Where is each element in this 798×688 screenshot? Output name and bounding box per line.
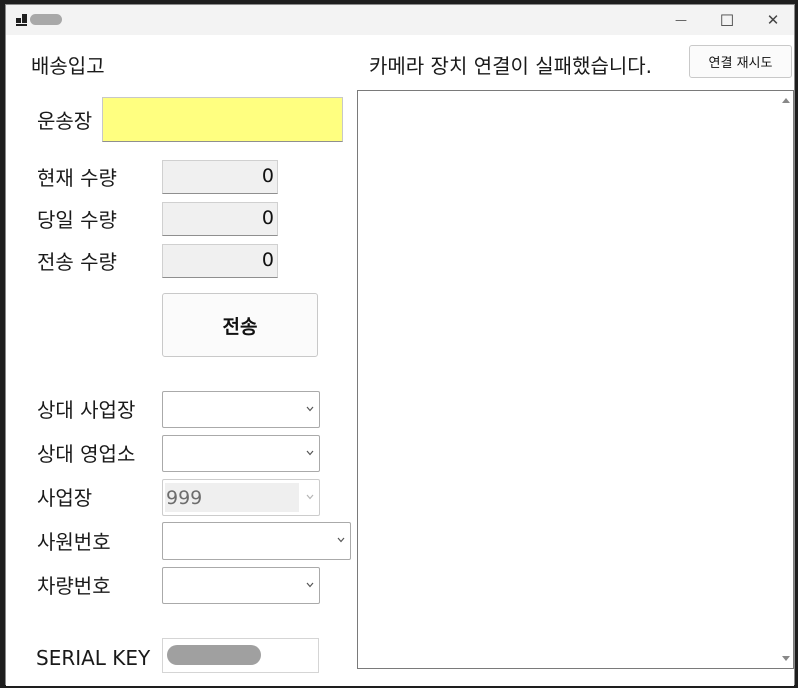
site-label: 사업장 — [37, 486, 93, 510]
chevron-down-icon — [306, 494, 314, 499]
chevron-down-icon — [306, 582, 314, 587]
chevron-down-icon — [337, 537, 345, 543]
redacted-window-title — [30, 14, 62, 25]
app-icon — [16, 14, 28, 26]
site-select: 999 — [162, 479, 320, 516]
current-qty-field[interactable]: 0 — [162, 160, 278, 194]
today-qty-field[interactable]: 0 — [162, 202, 278, 236]
partner-office-label: 상대 영업소 — [37, 442, 136, 466]
employee-no-label: 사원번호 — [37, 530, 111, 554]
waybill-label: 운송장 — [37, 109, 93, 133]
scroll-down-icon[interactable] — [781, 655, 791, 663]
serial-key-label: SERIAL KEY — [36, 646, 151, 670]
retry-connection-button[interactable]: 연결 재시도 — [689, 45, 792, 78]
vehicle-no-label: 차량번호 — [37, 574, 111, 598]
app-window: — ☐ ✕ 배송입고 카메라 장치 연결이 실패했습니다. 연결 재시도 운송장… — [5, 4, 795, 686]
partner-office-select[interactable] — [162, 435, 320, 472]
site-value: 999 — [165, 483, 299, 512]
maximize-button[interactable]: ☐ — [704, 5, 750, 35]
serial-key-field[interactable] — [162, 638, 319, 673]
send-button[interactable]: 전송 — [162, 293, 318, 357]
today-qty-label: 당일 수량 — [37, 208, 117, 232]
send-button-label: 전송 — [222, 315, 258, 338]
chevron-down-icon — [306, 406, 314, 411]
title-bar[interactable]: — ☐ ✕ — [6, 5, 794, 35]
sent-qty-label: 전송 수량 — [37, 250, 117, 274]
camera-status-text: 카메라 장치 연결이 실패했습니다. — [369, 54, 653, 78]
waybill-input[interactable] — [102, 97, 343, 142]
maximize-icon: ☐ — [719, 10, 735, 30]
sent-qty-field[interactable]: 0 — [162, 244, 278, 278]
form-content: 배송입고 카메라 장치 연결이 실패했습니다. 연결 재시도 운송장 현재 수량… — [6, 35, 794, 686]
minimize-button[interactable]: — — [658, 5, 704, 35]
redacted-serial-key — [167, 645, 261, 665]
retry-connection-label: 연결 재시도 — [708, 56, 773, 71]
partner-site-select[interactable] — [162, 391, 320, 428]
close-button[interactable]: ✕ — [750, 5, 796, 35]
camera-preview-panel[interactable] — [357, 90, 794, 669]
employee-no-select[interactable] — [162, 522, 351, 560]
close-icon: ✕ — [766, 11, 780, 29]
form-title: 배송입고 — [31, 54, 105, 78]
partner-site-label: 상대 사업장 — [37, 398, 136, 422]
current-qty-label: 현재 수량 — [37, 166, 117, 190]
scroll-up-icon[interactable] — [781, 96, 791, 104]
chevron-down-icon — [306, 450, 314, 455]
minimize-icon: — — [675, 13, 687, 27]
vehicle-no-select[interactable] — [162, 567, 320, 604]
